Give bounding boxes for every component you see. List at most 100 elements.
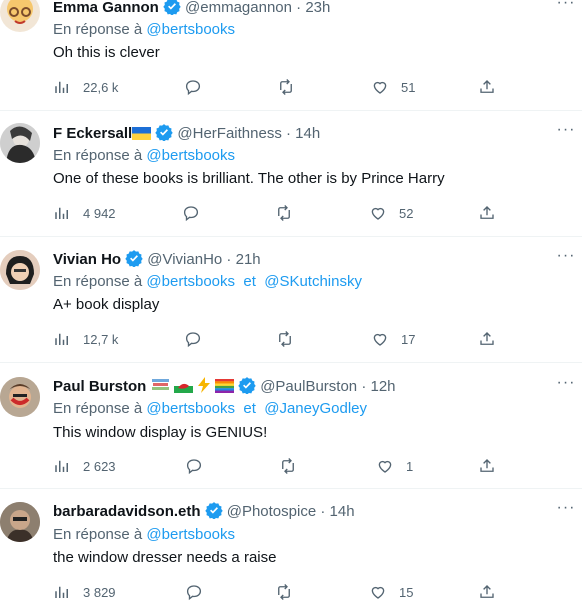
timestamp[interactable]: 23h [305, 0, 330, 16]
bar-chart-icon [55, 207, 68, 219]
timestamp[interactable]: 21h [236, 251, 261, 268]
reply-button[interactable] [185, 582, 215, 602]
tweet-text: the window dresser needs a raise [53, 549, 277, 566]
views-count: 4 942 [83, 205, 116, 221]
tweet-text: A+ book display [53, 296, 160, 313]
bar-chart-icon [55, 81, 68, 93]
share-button[interactable] [478, 77, 496, 97]
mention-link[interactable]: @bertsbooks [146, 526, 235, 543]
tweet-header: Emma Gannon @emmagannon · 23h [53, 0, 330, 18]
views-button[interactable]: 2 623 [53, 456, 116, 476]
reply-button[interactable] [184, 329, 214, 349]
verified-badge-icon [125, 249, 143, 268]
heart-icon [371, 586, 385, 599]
author-name[interactable]: barbaradavidson.eth [53, 503, 201, 520]
bar-chart-icon [55, 333, 68, 345]
views-count: 12,7 k [83, 331, 119, 347]
heart-icon [371, 207, 385, 220]
author-handle[interactable]: @emmagannon [185, 0, 292, 16]
author-handle[interactable]: @Photospice [227, 503, 316, 520]
retweet-button[interactable] [277, 77, 307, 97]
mention-link[interactable]: @bertsbooks [146, 21, 235, 38]
tweet[interactable]: F Eckersall @HerFaithness · 14h ··· En r… [0, 110, 582, 237]
retweet-arrows-icon [282, 458, 294, 474]
views-button[interactable]: 12,7 k [53, 329, 118, 349]
reply-button[interactable] [184, 77, 214, 97]
author-name[interactable]: Vivian Ho [53, 251, 121, 268]
timestamp[interactable]: 14h [330, 503, 355, 520]
tweet-header: F Eckersall @HerFaithness · 14h [53, 123, 320, 146]
tweet[interactable]: Vivian Ho @VivianHo · 21h ··· En réponse… [0, 236, 582, 363]
author-name[interactable]: Paul Burston [53, 378, 146, 395]
like-button[interactable]: 15 [369, 582, 413, 602]
timestamp[interactable]: 12h [371, 378, 396, 395]
tweet[interactable]: barbaradavidson.eth @Photospice · 14h ··… [0, 488, 582, 601]
reply-button[interactable] [182, 203, 212, 223]
avatar[interactable] [0, 123, 40, 163]
author-name[interactable]: F Eckersall [53, 125, 132, 142]
avatar[interactable] [0, 0, 40, 32]
share-button[interactable] [478, 582, 496, 602]
tweet[interactable]: Emma Gannon @emmagannon · 23h ··· En rép… [0, 0, 582, 111]
avatar[interactable] [0, 377, 40, 417]
mention-link[interactable]: @SKutchinsky [264, 273, 362, 290]
author-handle[interactable]: @VivianHo [147, 251, 222, 268]
tweet-header: barbaradavidson.eth @Photospice · 14h [53, 502, 355, 520]
tweet-header: Paul Burston @PaulBurston · 12h [53, 376, 396, 395]
like-button[interactable]: 52 [369, 203, 413, 223]
avatar[interactable] [0, 250, 40, 290]
mention-link[interactable]: @bertsbooks [146, 273, 235, 290]
speech-bubble-icon [185, 80, 201, 96]
retweet-arrows-icon [279, 331, 291, 347]
reply-context: En réponse à @bertsbooks [53, 526, 236, 543]
like-count: 52 [399, 205, 414, 221]
share-button[interactable] [478, 456, 496, 476]
reply-context: En réponse à @bertsbooks [53, 147, 236, 164]
retweet-button[interactable] [275, 582, 305, 602]
like-button[interactable]: 51 [371, 77, 415, 97]
more-dots-icon[interactable]: ··· [556, 500, 576, 521]
like-count: 51 [401, 79, 416, 95]
tweet[interactable]: Paul Burston @PaulBurston · 12h ··· En r… [0, 362, 582, 489]
heart-icon [373, 81, 387, 94]
views-button[interactable]: 4 942 [53, 203, 116, 223]
share-upload-icon [480, 206, 494, 219]
retweet-arrows-icon [278, 205, 290, 221]
speech-bubble-icon [183, 206, 199, 222]
share-button[interactable] [478, 203, 496, 223]
more-dots-icon[interactable]: ··· [556, 248, 576, 269]
reply-button[interactable] [185, 456, 215, 476]
author-handle[interactable]: @HerFaithness [177, 125, 281, 142]
more-dots-icon[interactable]: ··· [556, 0, 576, 16]
mention-link[interactable]: @JaneyGodley [264, 400, 367, 417]
tweet-text: One of these books is brilliant. The oth… [53, 170, 445, 187]
reply-context: En réponse à @bertsbooks [53, 21, 236, 38]
heart-icon [378, 460, 392, 473]
speech-bubble-icon [186, 459, 202, 475]
share-button[interactable] [478, 329, 496, 349]
mention-link[interactable]: @bertsbooks [146, 147, 235, 164]
views-button[interactable]: 22,6 k [53, 77, 118, 97]
more-dots-icon[interactable]: ··· [556, 122, 576, 143]
wales-flag-icon [173, 378, 193, 395]
retweet-button[interactable] [276, 329, 306, 349]
like-button[interactable]: 1 [376, 456, 413, 476]
share-upload-icon [480, 585, 494, 598]
timestamp[interactable]: 14h [295, 125, 320, 142]
avatar[interactable] [0, 502, 40, 542]
author-handle[interactable]: @PaulBurston [260, 378, 357, 395]
mention-link[interactable]: @bertsbooks [146, 400, 235, 417]
like-count: 17 [401, 331, 416, 347]
verified-badge-icon [163, 0, 181, 16]
retweet-button[interactable] [279, 456, 309, 476]
views-button[interactable]: 3 829 [53, 582, 116, 602]
views-count: 2 623 [83, 458, 116, 474]
verified-badge-icon [238, 376, 256, 395]
author-name[interactable]: Emma Gannon [53, 0, 159, 16]
retweet-arrows-icon [280, 79, 292, 95]
like-count: 1 [406, 458, 414, 474]
more-dots-icon[interactable]: ··· [556, 375, 576, 396]
speech-bubble-icon [185, 332, 201, 348]
like-button[interactable]: 17 [371, 329, 415, 349]
retweet-button[interactable] [275, 203, 305, 223]
